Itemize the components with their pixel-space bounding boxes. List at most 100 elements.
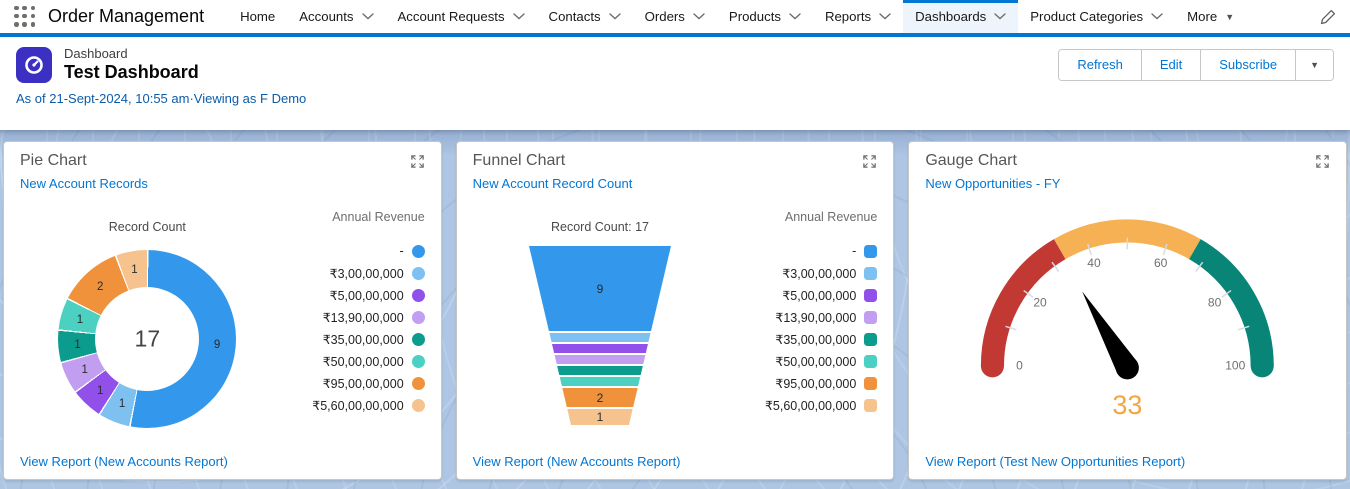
chevron-down-icon [1151, 13, 1163, 20]
gauge-tick-label: 100 [1226, 359, 1246, 373]
legend-item: - [399, 240, 425, 262]
legend-label: - [852, 244, 857, 258]
gauge-tick-label: 20 [1034, 295, 1048, 309]
tab-label: Account Requests [397, 9, 505, 24]
gauge-band [981, 239, 1067, 367]
pie-donut[interactable]: 17 91111121 [58, 250, 237, 428]
view-report-link[interactable]: View Report (New Accounts Report) [20, 446, 425, 469]
app-name: Order Management [48, 6, 205, 26]
nav-tab-bar: Home Accounts Account Requests Contacts Orde… [228, 0, 1320, 33]
subscribe-button[interactable]: Subscribe [1200, 49, 1296, 80]
tab-label: Orders [644, 9, 685, 24]
expand-icon[interactable] [1315, 154, 1330, 174]
edit-button[interactable]: Edit [1140, 49, 1201, 80]
legend-swatch [411, 354, 425, 368]
dashboard-header: Dashboard Test Dashboard Refresh Edit Su… [0, 37, 1350, 130]
legend-swatch [411, 244, 425, 258]
legend-label: ₹5,60,00,00,000 [764, 398, 857, 413]
legend-label: ₹13,90,00,000 [322, 310, 404, 325]
expand-icon[interactable] [410, 154, 425, 174]
funnel-segment [528, 344, 671, 353]
tab-account-requests[interactable]: Account Requests [386, 0, 537, 33]
legend-item: ₹5,00,00,000 [782, 284, 878, 306]
gauge-tick-label: 80 [1208, 295, 1222, 309]
tab-label: More [1187, 9, 1218, 24]
legend-swatch [411, 376, 425, 390]
gauge-tick-label: 40 [1088, 256, 1102, 270]
legend-title: Annual Revenue [784, 210, 878, 224]
funnel-segment: 9 [528, 246, 671, 331]
funnel-segment [528, 377, 671, 386]
legend-swatch [411, 332, 425, 346]
chart-title: Record Count [108, 220, 186, 234]
legend-item: ₹95,00,00,000 [775, 372, 878, 394]
tab-label: Contacts [548, 9, 601, 24]
view-report-link[interactable]: View Report (New Accounts Report) [473, 446, 878, 469]
funnel-legend: Annual Revenue - ₹3,00,00,000 ₹5,00,00,000… [727, 196, 878, 446]
funnel-chart-card: Funnel Chart New Account Record Count Re… [455, 141, 895, 480]
global-nav: Order Management Home Accounts Account Req… [0, 0, 1350, 33]
gauge-band-cap [981, 354, 1005, 378]
gauge-tick-label: 0 [1016, 359, 1023, 373]
expand-icon[interactable] [862, 154, 877, 174]
funnel-segment: 2 [528, 388, 671, 407]
funnel-chart[interactable]: 9 2 1 [528, 246, 671, 425]
tab-label: Product Categories [1030, 9, 1144, 24]
legend-item: ₹13,90,00,000 [775, 306, 878, 328]
chevron-down-icon [879, 13, 891, 20]
tab-dashboards[interactable]: Dashboards [903, 0, 1019, 33]
tab-accounts[interactable]: Accounts [287, 0, 385, 33]
tab-label: Dashboards [915, 9, 987, 24]
dashboard-meta: As of 21-Sept-2024, 10:55 am·Viewing as … [16, 91, 307, 106]
pie-slice-label: 1 [118, 398, 126, 411]
legend-label: ₹35,00,00,000 [775, 332, 857, 347]
legend-item: ₹5,60,00,00,000 [312, 394, 425, 416]
gauge-value: 33 [1113, 390, 1143, 420]
header-actions: Refresh Edit Subscribe ▼ [1058, 48, 1334, 81]
gauge-band-cap [1250, 354, 1275, 378]
gauge-chart[interactable]: 0 20 40 60 80 100 33 [925, 204, 1330, 426]
pie-total: 17 [134, 325, 161, 352]
gauge-band [1189, 239, 1275, 367]
legend-item: ₹35,00,00,000 [323, 328, 425, 350]
pie-slice-label: 2 [96, 281, 104, 294]
pie-slice-label: 1 [131, 264, 138, 277]
pie-slice-label: 9 [213, 339, 221, 352]
funnel-segment [528, 333, 671, 342]
legend-swatch [864, 310, 878, 324]
legend-label: ₹3,00,00,000 [329, 266, 404, 281]
report-source-link[interactable]: New Opportunities - FY [925, 176, 1330, 196]
funnel-segment [528, 355, 671, 364]
tab-reports[interactable]: Reports [813, 0, 903, 33]
legend-item: ₹3,00,00,000 [782, 262, 878, 284]
legend-swatch [864, 288, 878, 302]
gauge-glyph-icon [25, 55, 43, 74]
funnel-segment: 1 [528, 409, 671, 425]
legend-swatch [411, 310, 425, 324]
app-launcher-icon[interactable] [14, 5, 36, 28]
view-report-link[interactable]: View Report (Test New Opportunities Repo… [925, 446, 1330, 469]
report-source-link[interactable]: New Account Records [20, 176, 425, 196]
report-source-link[interactable]: New Account Record Count [473, 176, 878, 196]
tab-products[interactable]: Products [717, 0, 813, 33]
tab-home[interactable]: Home [228, 0, 287, 33]
legend-label: ₹13,90,00,000 [775, 310, 857, 325]
gauge-chart-card: Gauge Chart New Opportunities - FY 0 20 40… [908, 141, 1347, 480]
entity-label: Dashboard [64, 46, 128, 61]
tab-product-categories[interactable]: Product Categories [1018, 0, 1175, 33]
tab-label: Products [728, 9, 781, 24]
legend-label: ₹95,00,00,000 [322, 376, 404, 391]
pencil-icon[interactable] [1320, 9, 1336, 25]
tab-orders[interactable]: Orders [633, 0, 717, 33]
refresh-button[interactable]: Refresh [1059, 49, 1141, 80]
chevron-down-icon [512, 13, 525, 20]
more-actions-button[interactable]: ▼ [1295, 49, 1333, 80]
legend-item: ₹35,00,00,000 [775, 328, 878, 350]
pie-slice-label: 1 [81, 364, 88, 377]
pie-slice-label: 1 [74, 339, 81, 352]
tab-contacts[interactable]: Contacts [537, 0, 633, 33]
tab-more[interactable]: More ▼ [1175, 0, 1246, 33]
legend-swatch [864, 244, 878, 258]
legend-swatch [864, 332, 878, 346]
chevron-down-icon [693, 13, 705, 20]
